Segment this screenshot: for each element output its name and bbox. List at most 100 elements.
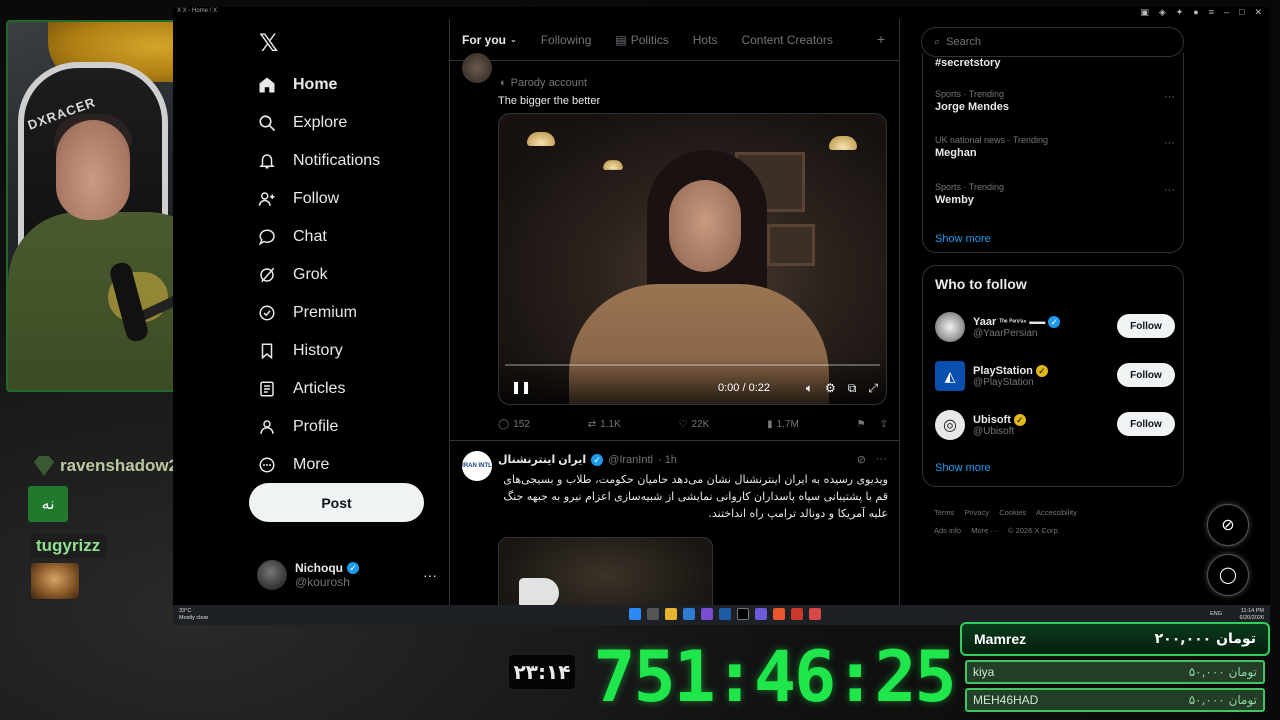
trend-item[interactable]: #secretstory — [935, 57, 1175, 69]
tab-content-creators[interactable]: Content Creators — [729, 33, 844, 47]
tab-following[interactable]: Following — [529, 33, 604, 47]
menu-icon[interactable]: ≡ — [1209, 7, 1214, 18]
follow-suggestion[interactable]: ◎ Ubisoft ✓ @Ubisoft Follow — [935, 408, 1175, 442]
tab-politics[interactable]: ▤ Politics — [603, 33, 680, 47]
avatar[interactable]: IRAN INTL — [462, 451, 492, 481]
tweet-video[interactable]: ❚❚ 0:00 / 0:22 🔈︎ ⚙ ⧉ ⤢ — [498, 113, 887, 405]
profile-icon[interactable]: ● — [1193, 7, 1198, 18]
more-horizontal-icon[interactable]: ··· — [423, 567, 437, 583]
tweet[interactable]: IRAN INTL ایران اینترنشنال ✓ @IranIntl ·… — [450, 443, 899, 625]
trend-item[interactable]: Sports · Trending Wemby ··· — [935, 182, 1175, 206]
post-button[interactable]: Post — [249, 483, 424, 522]
search-icon[interactable] — [647, 608, 659, 620]
tab-hots[interactable]: Hots — [681, 33, 730, 47]
nav-item-home[interactable]: Home — [257, 71, 337, 99]
pause-icon[interactable]: ❚❚ — [511, 380, 531, 394]
account-switcher[interactable]: Nichoqu ✓ @kourosh ··· — [257, 555, 437, 595]
start-menu-icon[interactable] — [629, 608, 641, 620]
nav-item-explore[interactable]: Explore — [257, 109, 347, 137]
puzzle-icon[interactable]: ✦ — [1176, 7, 1184, 18]
author-handle[interactable]: @IranIntl — [608, 454, 653, 466]
reply-button[interactable]: ◯ 152 — [498, 419, 530, 430]
follow-button[interactable]: Follow — [1117, 412, 1175, 436]
avatar[interactable] — [462, 53, 492, 83]
add-tab-icon[interactable]: + — [877, 31, 885, 47]
like-button[interactable]: ♡ 22K — [678, 419, 709, 430]
messages-fab-button[interactable]: ◯ — [1207, 554, 1249, 596]
x-logo-icon[interactable]: 𝕏 — [259, 29, 278, 58]
footer-link[interactable]: More ··· — [971, 526, 998, 535]
trend-item[interactable]: Sports · Trending Jorge Mendes ··· — [935, 89, 1175, 113]
footer-link[interactable]: Accessibility — [1036, 508, 1077, 517]
repost-button[interactable]: ⇄ 1.1K — [588, 419, 621, 430]
person-face — [669, 180, 741, 272]
minimize-button[interactable]: – — [1224, 7, 1229, 18]
footer-link[interactable]: Cookies — [999, 508, 1026, 517]
shield-icon[interactable]: ◈ — [1159, 7, 1166, 18]
vscode-icon[interactable] — [719, 608, 731, 620]
tray-date: 6/20/2026 — [1239, 615, 1264, 621]
picture-in-picture-icon[interactable]: ⧉ — [848, 381, 857, 396]
suggestion-name: Yaar ᵀʰᵉ ᴾᵉʳˢⁱᵃⁿ ▬▬ ✓ — [973, 315, 1061, 328]
gem-badge-icon — [34, 456, 54, 476]
more-horizontal-icon[interactable]: ··· — [1164, 91, 1175, 103]
trend-item[interactable]: UK national news · Trending Meghan ··· — [935, 135, 1175, 159]
grok-icon[interactable]: ⊘ — [857, 453, 866, 466]
close-button[interactable]: ✕ — [1254, 7, 1262, 18]
share-icon[interactable]: ⇪ — [880, 419, 888, 430]
main-timeline: For you ⌄ Following ▤ Politics Hots Conten… — [449, 19, 900, 625]
follow-button[interactable]: Follow — [1117, 363, 1175, 387]
donation-row: kiya تومان ۵۰,۰۰۰ — [965, 660, 1265, 684]
store-icon[interactable] — [683, 608, 695, 620]
video-progress-bar[interactable] — [505, 364, 880, 366]
x-app-icon[interactable] — [737, 608, 749, 620]
search-placeholder: Search — [946, 36, 982, 48]
system-tray[interactable]: 11:14 PM 6/20/2026 — [1240, 608, 1264, 622]
copyright: © 2026 X Corp. — [1007, 526, 1060, 535]
nav-item-articles[interactable]: Articles — [257, 375, 345, 403]
nav-item-profile[interactable]: Profile — [257, 413, 338, 441]
app-icon[interactable] — [809, 608, 821, 620]
brave-icon[interactable] — [791, 608, 803, 620]
tab-for-you[interactable]: For you ⌄ — [450, 33, 529, 47]
more-horizontal-icon[interactable]: ··· — [876, 453, 887, 466]
donation-board: Mamrez تومان ۲۰۰,۰۰۰ kiya تومان ۵۰,۰۰۰ M… — [960, 622, 1270, 712]
app-icon[interactable] — [701, 608, 713, 620]
tweet-header-icons: ⊘ ··· — [857, 453, 887, 466]
settings-gear-icon[interactable]: ⚙ — [825, 381, 836, 396]
browser-icon[interactable] — [773, 608, 785, 620]
show-more-link[interactable]: Show more — [935, 462, 991, 474]
bookmark-icon[interactable]: ⚑ — [857, 419, 866, 430]
nav-item-history[interactable]: History — [257, 337, 343, 365]
views-button[interactable]: ▮ 1.7M — [767, 419, 799, 430]
more-horizontal-icon[interactable]: ··· — [1164, 184, 1175, 196]
follow-button[interactable]: Follow — [1117, 314, 1175, 338]
language-indicator[interactable]: ENG — [1210, 611, 1222, 617]
footer-link[interactable]: Terms — [934, 508, 954, 517]
repost-icon: ⇄ — [587, 419, 597, 430]
grok-fab-button[interactable]: ⊘ — [1207, 504, 1249, 546]
app-icon[interactable] — [755, 608, 767, 620]
tweet[interactable]: ◐ Parody account The bigger the better ❚❚… — [450, 53, 899, 441]
extension-icon[interactable]: ▣ — [1140, 7, 1149, 18]
nav-item-follow[interactable]: Follow — [257, 185, 339, 213]
volume-icon[interactable]: 🔈︎ — [806, 381, 813, 396]
follow-suggestion[interactable]: Yaar ᵀʰᵉ ᴾᵉʳˢⁱᵃⁿ ▬▬ ✓ @YaarPersian Follow — [935, 310, 1175, 344]
weather-widget[interactable]: 33°C Mostly clear — [179, 608, 208, 622]
follow-suggestion[interactable]: ◭ PlayStation ✓ @PlayStation Follow — [935, 359, 1175, 393]
author-name[interactable]: ایران اینترنشنال — [498, 453, 586, 466]
file-explorer-icon[interactable] — [665, 608, 677, 620]
nav-item-more[interactable]: More — [257, 451, 329, 479]
maximize-button[interactable]: □ — [1239, 7, 1244, 18]
nav-item-grok[interactable]: Grok — [257, 261, 328, 289]
fullscreen-icon[interactable]: ⤢ — [868, 381, 878, 396]
nav-item-chat[interactable]: Chat — [257, 223, 327, 251]
footer-link[interactable]: Ads info — [934, 526, 961, 535]
nav-item-premium[interactable]: Premium — [257, 299, 357, 327]
more-horizontal-icon[interactable]: ··· — [1164, 137, 1175, 149]
tweet-time: · 1h — [657, 453, 677, 466]
nav-item-notifications[interactable]: Notifications — [257, 147, 380, 175]
account-name: Nichoqu ✓ — [295, 561, 359, 575]
footer-link[interactable]: Privacy — [965, 508, 990, 517]
show-more-link[interactable]: Show more — [935, 233, 1175, 245]
